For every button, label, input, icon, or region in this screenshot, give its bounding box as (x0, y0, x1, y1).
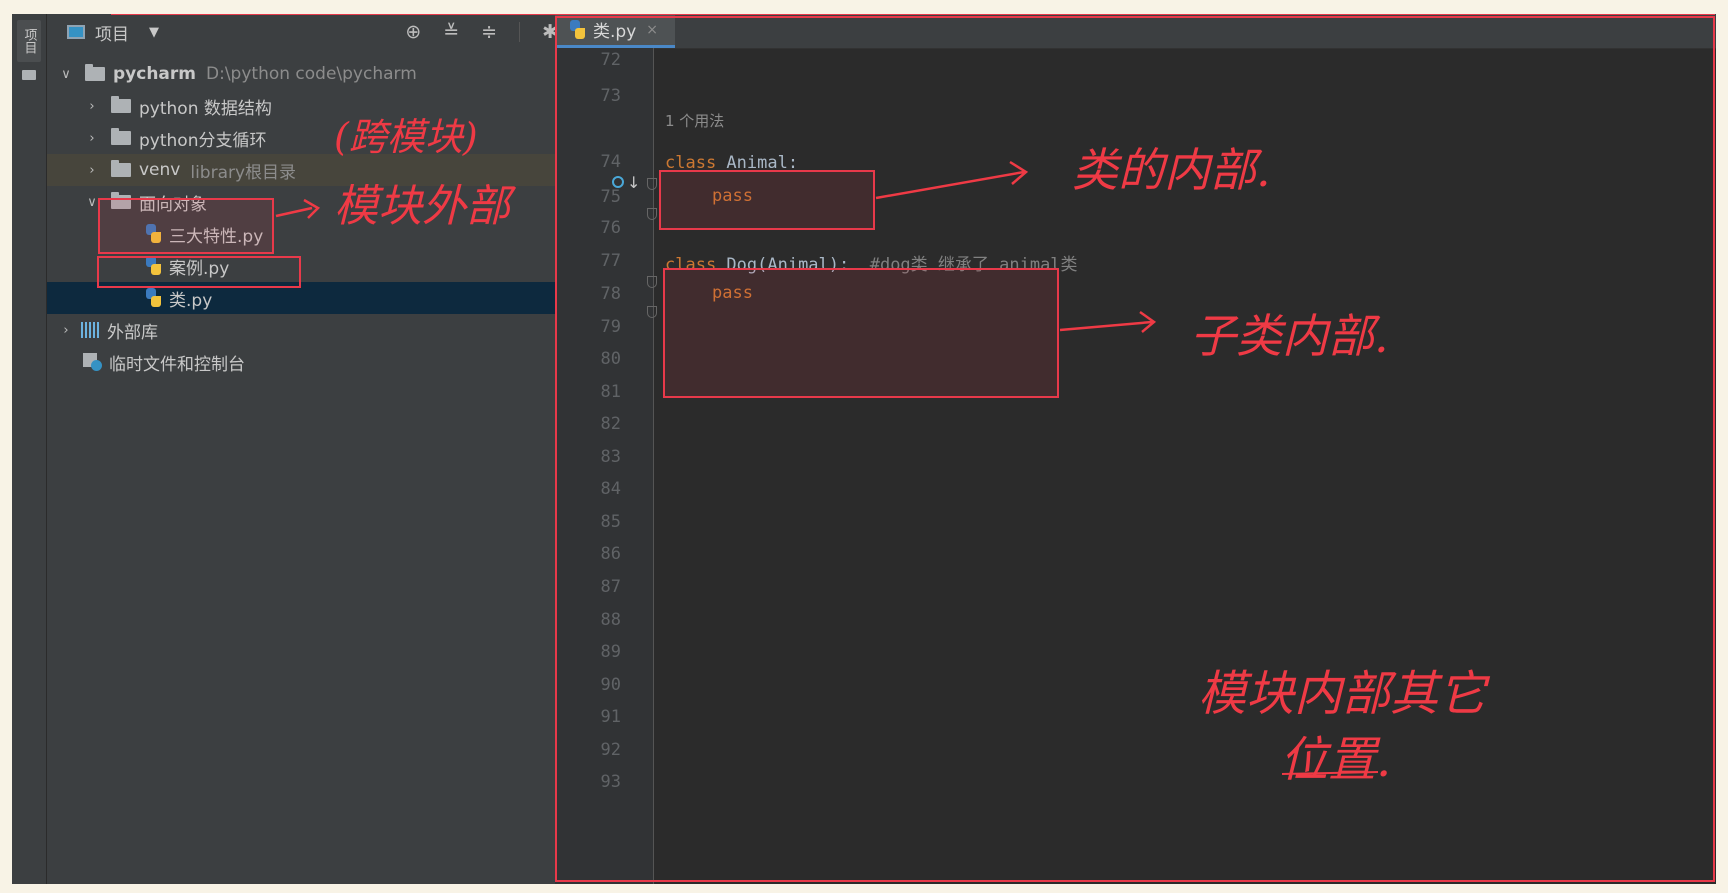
ide-window: 项目 项目 ▼ ⊕ ≚ ≑ ✱ — ∨ pycharm D:\python co… (12, 14, 1716, 884)
annotation-subclass-inside: 子类内部. (1190, 309, 1389, 363)
annotation-arrows (275, 160, 1379, 775)
annotation-cross-module: (跨模块) (334, 115, 478, 159)
annotation-class-inside: 类的内部. (1072, 143, 1271, 197)
arrow-to-subclass-inside (1059, 320, 1153, 332)
annotation-module-outside: 模块外部 (334, 181, 510, 232)
annotation-module-other-line1: 模块内部其它 (1198, 666, 1487, 722)
annotation-module-other-line2: 位置. (1280, 732, 1392, 788)
arrow-to-module-outside (275, 206, 313, 218)
arrow-to-class-inside (875, 170, 1025, 200)
